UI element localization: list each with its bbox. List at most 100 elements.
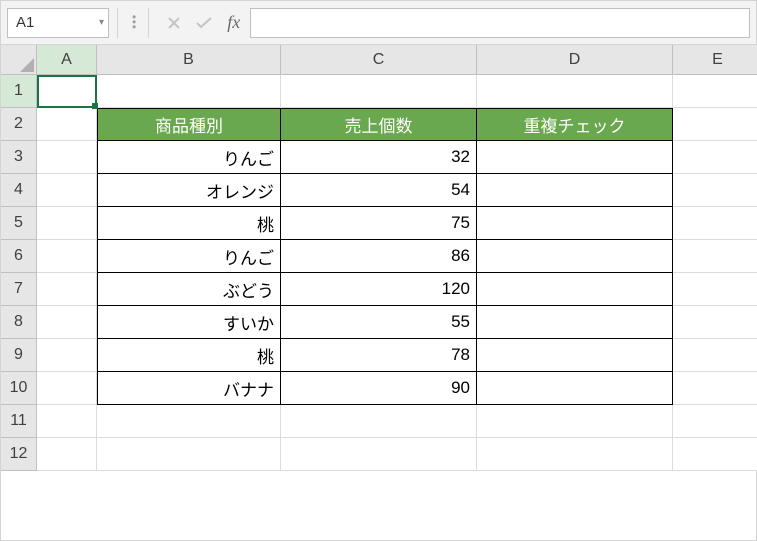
cell-D6[interactable]	[477, 240, 673, 273]
row-9: 桃 78	[37, 339, 757, 372]
col-header-A[interactable]: A	[37, 45, 97, 75]
cell-B10[interactable]: バナナ	[97, 372, 281, 405]
cell-E4[interactable]	[673, 174, 757, 207]
cell-B8[interactable]: すいか	[97, 306, 281, 339]
cells-area[interactable]: 商品種別 売上個数 重複チェック りんご 32	[37, 75, 757, 471]
row-4: オレンジ 54	[37, 174, 757, 207]
row-headers: 1 2 3 4 5 6 7 8 9 10 11 12	[1, 75, 37, 471]
cell-A1[interactable]	[37, 75, 97, 108]
cell-E8[interactable]	[673, 306, 757, 339]
cell-C5[interactable]: 75	[281, 207, 477, 240]
cell-D12[interactable]	[477, 438, 673, 471]
row-2: 商品種別 売上個数 重複チェック	[37, 108, 757, 141]
cell-C9[interactable]: 78	[281, 339, 477, 372]
row-1	[37, 75, 757, 108]
row-7: ぶどう 120	[37, 273, 757, 306]
row-header-10[interactable]: 10	[1, 372, 37, 405]
cell-B7[interactable]: ぶどう	[97, 273, 281, 306]
cell-A2[interactable]	[37, 108, 97, 141]
formula-input[interactable]	[250, 8, 750, 38]
col-header-C[interactable]: C	[281, 45, 477, 75]
cell-D7[interactable]	[477, 273, 673, 306]
col-header-D[interactable]: D	[477, 45, 673, 75]
cell-C3[interactable]: 32	[281, 141, 477, 174]
cell-D5[interactable]	[477, 207, 673, 240]
cell-D10[interactable]	[477, 372, 673, 405]
cell-B6[interactable]: りんご	[97, 240, 281, 273]
row-5: 桃 75	[37, 207, 757, 240]
cell-A12[interactable]	[37, 438, 97, 471]
row-6: りんご 86	[37, 240, 757, 273]
fx-label[interactable]: fx	[227, 12, 240, 33]
cell-E9[interactable]	[673, 339, 757, 372]
cell-B9[interactable]: 桃	[97, 339, 281, 372]
formula-buttons: fx	[167, 12, 240, 33]
cell-D11[interactable]	[477, 405, 673, 438]
chevron-down-icon[interactable]: ▾	[99, 17, 104, 28]
cell-E11[interactable]	[673, 405, 757, 438]
cell-C1[interactable]	[281, 75, 477, 108]
cell-E12[interactable]	[673, 438, 757, 471]
cell-B12[interactable]	[97, 438, 281, 471]
row-12	[37, 438, 757, 471]
cell-A7[interactable]	[37, 273, 97, 306]
dots-vertical-icon[interactable]: •••	[132, 15, 134, 30]
row-header-11[interactable]: 11	[1, 405, 37, 438]
cell-A4[interactable]	[37, 174, 97, 207]
cell-C4[interactable]: 54	[281, 174, 477, 207]
cell-B5[interactable]: 桃	[97, 207, 281, 240]
cell-A10[interactable]	[37, 372, 97, 405]
cell-E1[interactable]	[673, 75, 757, 108]
cell-A3[interactable]	[37, 141, 97, 174]
col-header-E[interactable]: E	[673, 45, 757, 75]
cell-D9[interactable]	[477, 339, 673, 372]
cell-C7[interactable]: 120	[281, 273, 477, 306]
cell-D2[interactable]: 重複チェック	[477, 108, 673, 141]
cell-D1[interactable]	[477, 75, 673, 108]
cell-B1[interactable]	[97, 75, 281, 108]
cell-E10[interactable]	[673, 372, 757, 405]
row-header-6[interactable]: 6	[1, 240, 37, 273]
row-header-5[interactable]: 5	[1, 207, 37, 240]
cell-C8[interactable]: 55	[281, 306, 477, 339]
col-header-B[interactable]: B	[97, 45, 281, 75]
cell-D8[interactable]	[477, 306, 673, 339]
check-icon	[195, 16, 213, 30]
column-headers: A B C D E	[37, 45, 757, 75]
row-header-8[interactable]: 8	[1, 306, 37, 339]
cell-A9[interactable]	[37, 339, 97, 372]
cell-E5[interactable]	[673, 207, 757, 240]
cell-B4[interactable]: オレンジ	[97, 174, 281, 207]
cell-A11[interactable]	[37, 405, 97, 438]
spreadsheet-grid: A B C D E 1 2 3 4 5 6 7 8 9 10 11 12	[1, 45, 756, 540]
cell-E7[interactable]	[673, 273, 757, 306]
row-header-3[interactable]: 3	[1, 141, 37, 174]
cell-A5[interactable]	[37, 207, 97, 240]
cell-D4[interactable]	[477, 174, 673, 207]
row-header-7[interactable]: 7	[1, 273, 37, 306]
row-11	[37, 405, 757, 438]
cell-C6[interactable]: 86	[281, 240, 477, 273]
cell-A6[interactable]	[37, 240, 97, 273]
row-header-2[interactable]: 2	[1, 108, 37, 141]
cell-B11[interactable]	[97, 405, 281, 438]
cell-A8[interactable]	[37, 306, 97, 339]
divider	[117, 8, 118, 38]
cell-E2[interactable]	[673, 108, 757, 141]
row-header-1[interactable]: 1	[1, 75, 37, 108]
cell-D3[interactable]	[477, 141, 673, 174]
cell-C10[interactable]: 90	[281, 372, 477, 405]
cell-C12[interactable]	[281, 438, 477, 471]
row-header-12[interactable]: 12	[1, 438, 37, 471]
cell-C11[interactable]	[281, 405, 477, 438]
cell-B3[interactable]: りんご	[97, 141, 281, 174]
cell-E3[interactable]	[673, 141, 757, 174]
row-header-4[interactable]: 4	[1, 174, 37, 207]
cell-B2[interactable]: 商品種別	[97, 108, 281, 141]
cell-C2[interactable]: 売上個数	[281, 108, 477, 141]
select-all-corner[interactable]	[1, 45, 37, 75]
row-header-9[interactable]: 9	[1, 339, 37, 372]
name-box[interactable]: A1 ▾	[7, 8, 109, 38]
formula-bar: A1 ▾ ••• fx	[1, 1, 756, 45]
cell-E6[interactable]	[673, 240, 757, 273]
